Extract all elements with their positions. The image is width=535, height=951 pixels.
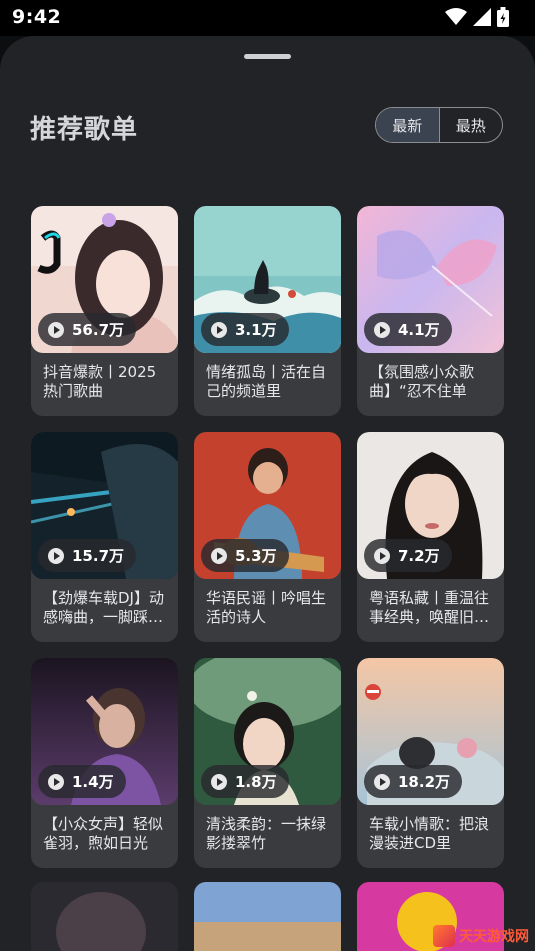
playlist-card[interactable]: 7.2万 粤语私藏丨重温往事经典，唤醒旧… bbox=[357, 432, 504, 642]
playlist-card[interactable] bbox=[31, 882, 178, 951]
drag-handle[interactable] bbox=[244, 54, 291, 59]
play-count: 3.1万 bbox=[235, 321, 277, 339]
play-count-badge: 3.1万 bbox=[201, 313, 289, 346]
playlist-title: 清浅柔韵：一抹绿影搂翠竹 bbox=[206, 815, 327, 852]
play-icon bbox=[48, 321, 64, 338]
play-count-badge: 5.3万 bbox=[201, 539, 289, 572]
play-icon bbox=[48, 773, 64, 790]
play-icon bbox=[211, 321, 227, 338]
playlist-title: 抖音爆款丨2025热门歌曲 bbox=[43, 363, 157, 400]
play-icon bbox=[48, 547, 64, 564]
play-count-badge: 18.2万 bbox=[364, 765, 463, 798]
status-time: 9:42 bbox=[12, 6, 62, 28]
playlist-title: 【氛围感小众歌曲】“忍不住单曲… bbox=[369, 363, 475, 400]
play-icon bbox=[374, 321, 390, 338]
playlist-grid: 56.7万 抖音爆款丨2025热门歌曲 3.1万 情绪孤岛丨活在自己的频道里 4… bbox=[31, 206, 504, 868]
playlist-card[interactable]: 4.1万 【氛围感小众歌曲】“忍不住单曲… bbox=[357, 206, 504, 416]
playlist-title: 车载小情歌：把浪漫装进CD里 bbox=[369, 815, 490, 852]
watermark-text: 天天游戏网 bbox=[459, 929, 529, 945]
playlist-title: 华语民谣丨吟唱生活的诗人 bbox=[206, 589, 327, 626]
status-bar: 9:42 bbox=[0, 0, 535, 36]
play-count-badge: 1.4万 bbox=[38, 765, 126, 798]
play-count: 56.7万 bbox=[72, 321, 125, 339]
playlist-card[interactable]: 18.2万 车载小情歌：把浪漫装进CD里 bbox=[357, 658, 504, 868]
play-count-badge: 4.1万 bbox=[364, 313, 452, 346]
play-count-badge: 7.2万 bbox=[364, 539, 452, 572]
play-count: 15.7万 bbox=[72, 547, 125, 565]
page-title: 推荐歌单 bbox=[30, 115, 139, 145]
play-icon bbox=[211, 547, 227, 564]
playlist-card[interactable]: 56.7万 抖音爆款丨2025热门歌曲 bbox=[31, 206, 178, 416]
play-icon bbox=[374, 547, 390, 564]
status-icons bbox=[445, 7, 509, 27]
play-count: 7.2万 bbox=[398, 547, 440, 565]
playlist-title: 【小众女声】轻似雀羽，煦如日光 bbox=[43, 815, 164, 852]
battery-icon bbox=[497, 7, 509, 27]
watermark: 天天游戏网 bbox=[433, 925, 529, 947]
playlist-card[interactable]: 15.7万 【劲爆车载DJ】动感嗨曲，一脚踩… bbox=[31, 432, 178, 642]
play-icon bbox=[374, 773, 390, 790]
watermark-logo bbox=[433, 925, 455, 947]
playlist-title: 【劲爆车载DJ】动感嗨曲，一脚踩… bbox=[43, 589, 164, 626]
playlist-card[interactable]: 1.8万 清浅柔韵：一抹绿影搂翠竹 bbox=[194, 658, 341, 868]
playlist-title: 粤语私藏丨重温往事经典，唤醒旧… bbox=[369, 589, 490, 626]
bottom-sheet: 推荐歌单 最新 最热 56.7万 抖音爆款丨2025热门歌曲 3.1万 情绪孤岛… bbox=[0, 36, 535, 951]
play-count-badge: 15.7万 bbox=[38, 539, 137, 572]
play-count: 1.8万 bbox=[235, 773, 277, 791]
play-count: 18.2万 bbox=[398, 773, 451, 791]
play-count: 5.3万 bbox=[235, 547, 277, 565]
play-count-badge: 56.7万 bbox=[38, 313, 137, 346]
playlist-card[interactable]: 1.4万 【小众女声】轻似雀羽，煦如日光 bbox=[31, 658, 178, 868]
wifi-icon bbox=[445, 8, 467, 25]
play-count: 4.1万 bbox=[398, 321, 440, 339]
play-count-badge: 1.8万 bbox=[201, 765, 289, 798]
playlist-card[interactable]: 3.1万 情绪孤岛丨活在自己的频道里 bbox=[194, 206, 341, 416]
play-icon bbox=[211, 773, 227, 790]
play-count: 1.4万 bbox=[72, 773, 114, 791]
signal-icon bbox=[473, 8, 491, 26]
playlist-title: 情绪孤岛丨活在自己的频道里 bbox=[206, 363, 327, 400]
playlist-card[interactable] bbox=[194, 882, 341, 951]
sort-toggle: 最新 最热 bbox=[375, 107, 503, 143]
sort-newest-button[interactable]: 最新 bbox=[376, 108, 440, 142]
sort-hottest-button[interactable]: 最热 bbox=[440, 108, 503, 142]
playlist-card[interactable]: 5.3万 华语民谣丨吟唱生活的诗人 bbox=[194, 432, 341, 642]
